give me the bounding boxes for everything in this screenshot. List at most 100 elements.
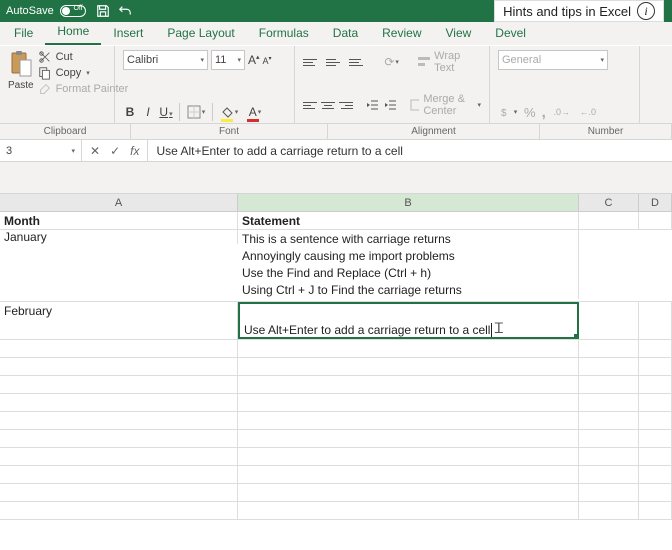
merge-center-button[interactable]: Merge & Center▾: [410, 93, 481, 117]
align-bottom-button[interactable]: [349, 54, 368, 70]
number-format-select[interactable]: General▾: [498, 50, 608, 70]
col-header-b[interactable]: B: [238, 194, 579, 211]
tab-page-layout[interactable]: Page Layout: [155, 22, 246, 45]
cell[interactable]: Month: [0, 212, 238, 229]
cancel-edit-icon[interactable]: ✕: [90, 144, 100, 158]
cell[interactable]: [579, 302, 639, 339]
borders-button[interactable]: ▾: [186, 103, 206, 121]
cell-editing[interactable]: Use Alt+Enter to add a carriage return t…: [238, 302, 579, 339]
font-size-select[interactable]: 11▾: [211, 50, 245, 70]
cell[interactable]: [579, 412, 639, 429]
percent-button[interactable]: %: [524, 105, 536, 120]
cell[interactable]: [238, 430, 579, 447]
fill-color-button[interactable]: ▾: [219, 103, 239, 121]
cell[interactable]: [579, 358, 639, 375]
decrease-indent-button[interactable]: [365, 96, 379, 114]
increase-decimal-button[interactable]: .0→: [552, 103, 572, 121]
info-icon[interactable]: i: [637, 2, 655, 20]
cell[interactable]: [579, 212, 639, 229]
cell[interactable]: [579, 448, 639, 465]
autosave-toggle[interactable]: AutoSave Off: [6, 5, 86, 17]
accounting-format-button[interactable]: $▾: [498, 103, 518, 121]
col-header-c[interactable]: C: [579, 194, 639, 211]
formula-input[interactable]: Use Alt+Enter to add a carriage return t…: [148, 140, 672, 161]
cell[interactable]: [639, 340, 672, 357]
cell[interactable]: [0, 412, 238, 429]
cell[interactable]: [579, 394, 639, 411]
tab-developer[interactable]: Devel: [483, 22, 538, 45]
align-top-button[interactable]: [303, 54, 322, 70]
cell[interactable]: [639, 448, 672, 465]
tab-formulas[interactable]: Formulas: [247, 22, 321, 45]
cell[interactable]: [238, 340, 579, 357]
fill-handle[interactable]: [574, 334, 579, 339]
cell[interactable]: [639, 376, 672, 393]
cell[interactable]: [639, 358, 672, 375]
col-header-a[interactable]: A: [0, 194, 238, 211]
tab-home[interactable]: Home: [45, 20, 101, 45]
tab-review[interactable]: Review: [370, 22, 433, 45]
cell[interactable]: [579, 502, 639, 519]
cell[interactable]: [238, 412, 579, 429]
wrap-text-button[interactable]: Wrap Text: [417, 50, 481, 74]
cell[interactable]: [639, 484, 672, 501]
cell[interactable]: [0, 376, 238, 393]
cell[interactable]: [579, 466, 639, 483]
align-left-button[interactable]: [303, 97, 317, 113]
cell[interactable]: Statement: [238, 212, 579, 229]
cell[interactable]: [0, 358, 238, 375]
cell[interactable]: [639, 430, 672, 447]
cell[interactable]: [639, 412, 672, 429]
increase-font-icon[interactable]: A▴: [248, 53, 260, 67]
cell[interactable]: [238, 376, 579, 393]
cell[interactable]: [639, 394, 672, 411]
cell[interactable]: [579, 340, 639, 357]
cell[interactable]: [238, 394, 579, 411]
cell[interactable]: February: [0, 302, 238, 339]
cell[interactable]: [639, 302, 672, 339]
orientation-button[interactable]: ⟳▾: [382, 53, 401, 71]
bold-button[interactable]: B: [123, 105, 137, 119]
cell[interactable]: January: [0, 230, 238, 244]
col-header-d[interactable]: D: [639, 194, 672, 211]
paste-button[interactable]: Paste: [8, 50, 34, 96]
cell[interactable]: [639, 466, 672, 483]
undo-icon[interactable]: [118, 4, 132, 18]
cell[interactable]: [0, 430, 238, 447]
cell[interactable]: [238, 448, 579, 465]
cell[interactable]: [639, 502, 672, 519]
tab-file[interactable]: File: [2, 22, 45, 45]
decrease-decimal-button[interactable]: ←.0: [578, 103, 598, 121]
cell[interactable]: [0, 394, 238, 411]
align-center-button[interactable]: [321, 97, 335, 113]
toggle-switch[interactable]: Off: [60, 5, 86, 17]
underline-button[interactable]: U▾: [159, 105, 173, 119]
cell[interactable]: [238, 358, 579, 375]
cell[interactable]: [579, 484, 639, 501]
italic-button[interactable]: I: [141, 105, 155, 119]
cell[interactable]: [238, 466, 579, 483]
cell[interactable]: [0, 448, 238, 465]
font-name-select[interactable]: Calibri▾: [123, 50, 208, 70]
name-box[interactable]: 3▾: [0, 140, 82, 161]
save-icon[interactable]: [96, 4, 110, 18]
cell[interactable]: [238, 484, 579, 501]
confirm-edit-icon[interactable]: ✓: [110, 144, 120, 158]
increase-indent-button[interactable]: [383, 96, 397, 114]
cell[interactable]: [0, 466, 238, 483]
cell[interactable]: [639, 212, 672, 229]
tab-insert[interactable]: Insert: [101, 22, 155, 45]
cell[interactable]: [0, 484, 238, 501]
cell[interactable]: [579, 376, 639, 393]
cell[interactable]: This is a sentence with carriage returns…: [238, 230, 579, 299]
cell[interactable]: [0, 340, 238, 357]
tab-data[interactable]: Data: [321, 22, 370, 45]
align-right-button[interactable]: [339, 97, 353, 113]
cell[interactable]: [579, 430, 639, 447]
font-color-button[interactable]: A▾: [245, 103, 265, 121]
fx-icon[interactable]: fx: [130, 144, 139, 158]
comma-button[interactable]: ,: [542, 104, 546, 121]
align-middle-button[interactable]: [326, 54, 345, 70]
cell[interactable]: [238, 502, 579, 519]
cell[interactable]: [0, 502, 238, 519]
